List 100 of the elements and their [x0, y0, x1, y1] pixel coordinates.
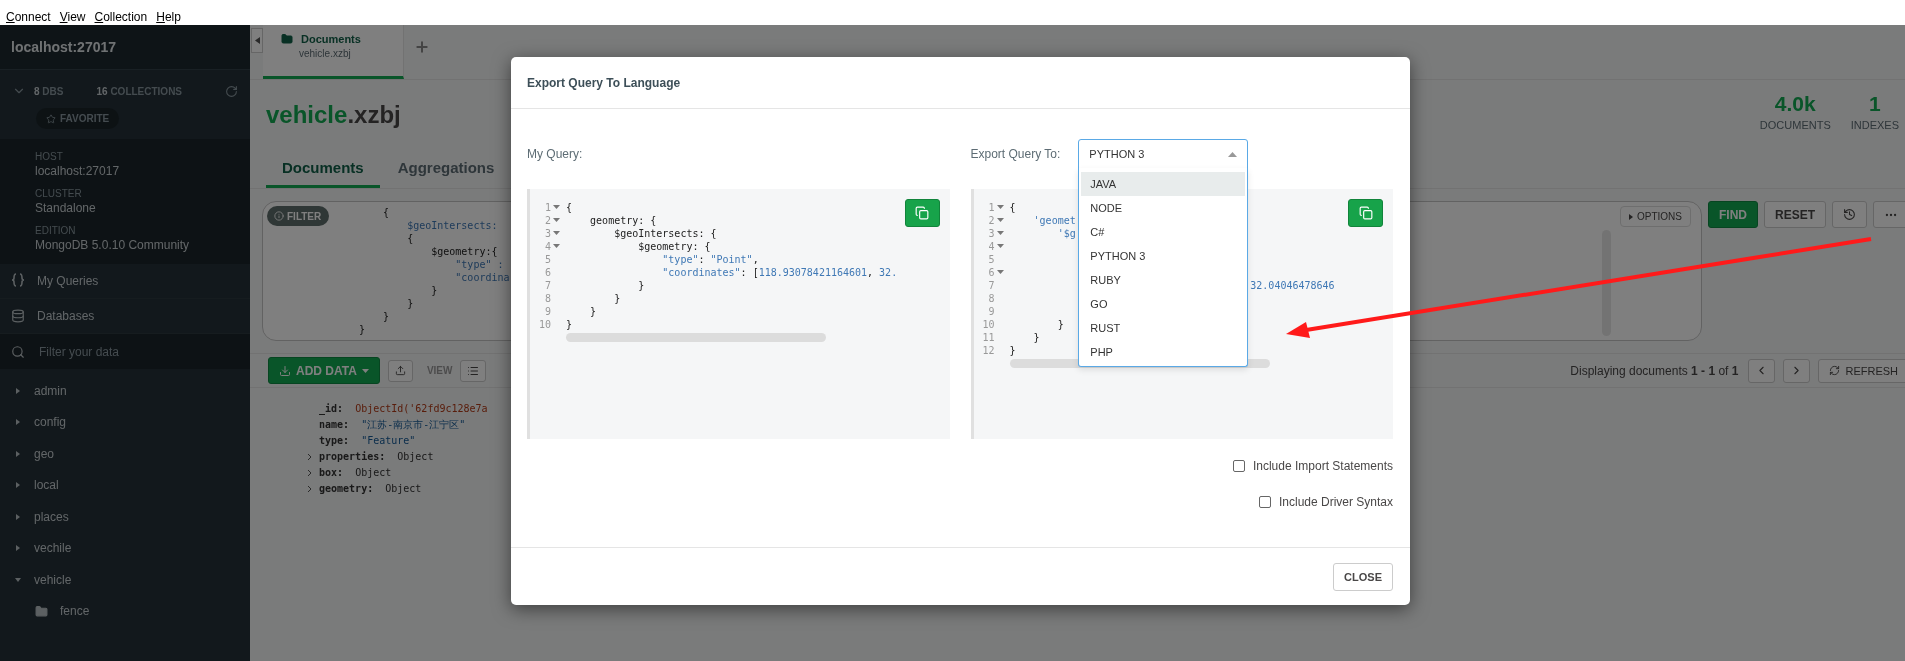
copy-icon [1358, 206, 1373, 220]
document-field: box: Object [319, 465, 392, 481]
line-number: 5 [544, 253, 551, 266]
info-value: Standalone [35, 201, 97, 215]
code-line: } [1056, 318, 1064, 331]
database-item[interactable]: geo [0, 438, 250, 470]
database-item[interactable]: local [0, 469, 250, 501]
checkbox[interactable] [1232, 460, 1245, 472]
refresh-button[interactable]: REFRESH [1818, 358, 1905, 383]
pagination-text: Displaying documents 1 - 1 of 1 [1570, 363, 1739, 378]
code-line: "coordina [454, 271, 510, 284]
line-number: 2 [544, 214, 551, 227]
line-number: 10 [982, 318, 995, 331]
line-number: 4 [988, 240, 995, 253]
expand-caret-icon[interactable] [307, 453, 312, 461]
plus-icon [414, 39, 430, 55]
code-line: } [1009, 344, 1016, 357]
filter-field[interactable]: Filter your data [37, 343, 227, 360]
info-label: EDITION [35, 225, 77, 236]
menu-item[interactable]: Connect [6, 9, 51, 24]
dropdown-option[interactable]: RUBY [1081, 268, 1246, 292]
fold-caret-icon[interactable] [996, 244, 1004, 249]
scrollbar[interactable] [1602, 230, 1611, 336]
line-number: 3 [544, 227, 551, 240]
tree-item[interactable]: fence [0, 595, 250, 627]
database-item[interactable]: vechile [0, 532, 250, 564]
code-line: { [406, 232, 414, 245]
connection-title: localhost:27017 [0, 25, 250, 70]
info-value: MongoDB 5.0.10 Community [35, 238, 191, 252]
menu-item[interactable]: Collection [94, 9, 148, 24]
stat-value: 1 [1869, 92, 1881, 116]
fold-caret-icon[interactable] [553, 205, 560, 210]
caret-icon [1228, 151, 1238, 157]
sub-tab[interactable]: Aggregations [381, 149, 511, 188]
close-button[interactable]: CLOSE [1333, 562, 1393, 591]
line-number: 1 [544, 201, 551, 214]
code-line: } [637, 279, 645, 292]
folder-icon [281, 33, 293, 45]
add-data-button[interactable]: ADD DATA [268, 357, 380, 384]
document-field: properties: Object [319, 449, 434, 465]
dropdown-option[interactable]: RUST [1081, 316, 1246, 340]
stat-label: DOCUMENTS [1759, 119, 1831, 131]
caret-down-icon [361, 368, 369, 373]
dropdown-option[interactable]: JAVA [1081, 172, 1246, 196]
list-view-button[interactable] [460, 359, 487, 382]
database-item[interactable]: places [0, 501, 250, 533]
query-code-editor[interactable]: 1 { 2 geometry: { 3 $geoIntersects: { 4 $geometry: { 5 "type": "Point", 6 "coordinates": [118.93078421164601, 32. 7 } 8 } 9 } 10 } [527, 189, 950, 439]
import-button[interactable] [387, 359, 413, 382]
history-button[interactable] [1832, 201, 1867, 228]
dropdown-option[interactable]: PHP [1081, 340, 1246, 364]
document-field: name: "江苏-南京市-江宁区" [319, 417, 466, 433]
code-line: $geometry: { [637, 240, 711, 253]
expand-caret-icon[interactable] [307, 469, 312, 477]
language-select[interactable]: PYTHON 3 [1078, 139, 1249, 169]
info-label: CLUSTER [35, 188, 83, 199]
code-line: "coordinates": [118.93078421164601, 32. [661, 266, 898, 279]
menu-item[interactable]: Help [156, 9, 181, 24]
stat-label: INDEXES [1850, 119, 1899, 131]
info-value: localhost:27017 [35, 164, 121, 178]
code-line: } [382, 310, 390, 323]
code-line: '$g [1056, 227, 1076, 240]
dropdown-option[interactable]: PYTHON 3 [1081, 244, 1246, 268]
dropdown-option[interactable]: GO [1081, 292, 1246, 316]
fold-caret-icon[interactable] [553, 231, 560, 236]
favorite-button[interactable]: FAVORITE [36, 108, 120, 129]
fold-caret-icon[interactable] [996, 231, 1004, 236]
scrollbar[interactable] [1009, 359, 1270, 368]
fold-caret-icon[interactable] [996, 205, 1004, 210]
dialog-title: Export Query To Language [527, 75, 681, 90]
copy-button[interactable] [1348, 199, 1383, 227]
line-number: 5 [988, 253, 995, 266]
database-item[interactable]: config [0, 406, 250, 438]
collapse-button[interactable] [251, 28, 263, 53]
workspace-tab[interactable]: Documents vehicle.xzbj [263, 25, 404, 79]
refresh-icon[interactable] [225, 84, 238, 98]
line-number: 7 [544, 279, 551, 292]
database-item[interactable]: admin [0, 375, 250, 407]
checkbox[interactable] [1258, 496, 1271, 508]
find-button[interactable]: FIND [1708, 201, 1758, 228]
code-line: } [1032, 331, 1040, 344]
options-button[interactable]: OPTIONS [1620, 206, 1691, 227]
expand-caret-icon[interactable] [307, 485, 312, 493]
document-field: geometry: Object [319, 481, 422, 497]
database-item[interactable]: vehicle [0, 564, 250, 596]
reset-button[interactable]: RESET [1764, 201, 1826, 228]
copy-button[interactable] [904, 199, 940, 227]
dropdown-option[interactable]: NODE [1081, 196, 1246, 220]
export-label: Export Query To: [970, 147, 1061, 161]
menu-item[interactable]: View [59, 9, 86, 24]
fold-caret-icon[interactable] [553, 244, 560, 249]
dropdown-option[interactable]: C# [1081, 220, 1246, 244]
fold-caret-icon[interactable] [996, 270, 1004, 275]
info-icon [274, 211, 284, 221]
line-number: 10 [538, 318, 551, 331]
code-line: 'geomet [1032, 214, 1076, 227]
fold-caret-icon[interactable] [996, 218, 1004, 223]
search-field[interactable]: Filter your data [0, 334, 250, 369]
scrollbar[interactable] [566, 333, 826, 342]
fold-caret-icon[interactable] [553, 218, 560, 223]
code-line: } [589, 305, 597, 318]
